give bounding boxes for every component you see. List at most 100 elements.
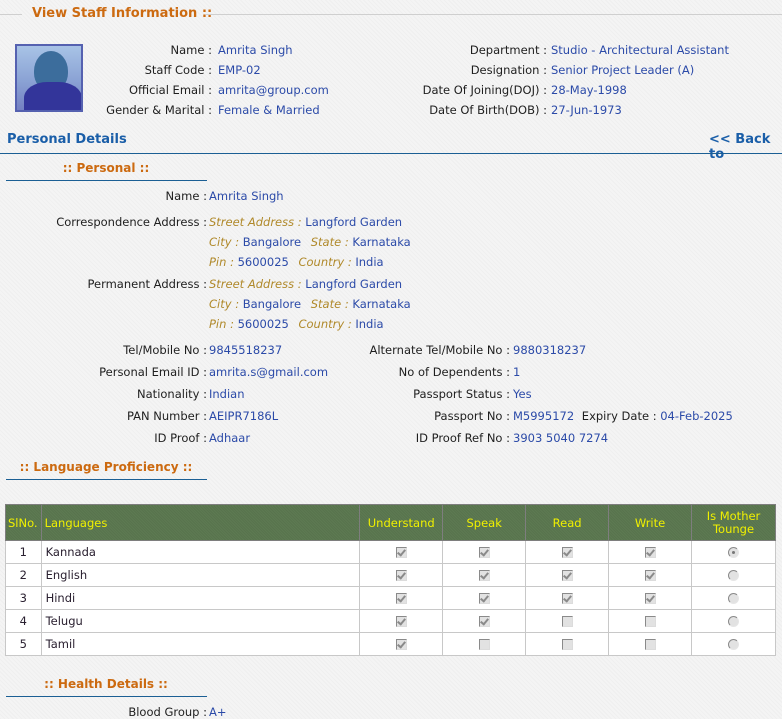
dependents-value: 1 <box>513 365 521 379</box>
language-table-body: 1 Kannada 2 English 3 Hindi 4 Telugu 5 Tamil <box>5 540 776 656</box>
language-heading-rule <box>6 479 207 480</box>
corr-pin-label: Pin : <box>209 255 234 269</box>
corr-pin-value: 5600025 <box>237 255 289 269</box>
summary-doj-value: 28-May-1998 <box>551 83 627 97</box>
perm-pin-value: 5600025 <box>237 317 289 331</box>
read-checkbox[interactable] <box>561 593 573 604</box>
passport-status-value: Yes <box>513 387 532 401</box>
language-write-cell <box>608 609 692 633</box>
perm-city-label: City : <box>209 297 240 311</box>
understand-checkbox[interactable] <box>395 639 407 650</box>
language-slno: 2 <box>5 563 42 587</box>
staff-photo-avatar <box>15 44 83 112</box>
understand-checkbox[interactable] <box>395 570 407 581</box>
speak-checkbox[interactable] <box>478 639 490 650</box>
speak-checkbox[interactable] <box>478 547 490 558</box>
avatar-body-icon <box>24 82 81 110</box>
language-table: SlNo. Languages Understand Speak Read Wr… <box>5 504 776 656</box>
read-checkbox[interactable] <box>561 570 573 581</box>
summary-gender-label: Gender & Marital : <box>106 103 212 117</box>
summary-department-label: Department : <box>469 43 547 57</box>
write-checkbox[interactable] <box>644 570 656 581</box>
language-mother-tongue-cell <box>691 540 776 564</box>
back-link[interactable]: << Back to <box>709 132 782 162</box>
language-table-header: SlNo. Languages Understand Speak Read Wr… <box>5 504 776 541</box>
language-row: 2 English <box>5 563 776 587</box>
language-mother-tongue-cell <box>691 563 776 587</box>
passport-no-label: Passport No : <box>434 409 510 423</box>
summary-designation-label: Designation : <box>470 63 547 77</box>
header-rule-left <box>0 14 22 15</box>
summary-designation-value: Senior Project Leader (A) <box>551 63 695 77</box>
col-slno: SlNo. <box>5 504 42 541</box>
language-read-cell <box>525 586 610 610</box>
read-checkbox[interactable] <box>561 616 573 627</box>
perm-city-value: Bangalore <box>242 297 302 311</box>
id-proof-label: ID Proof : <box>154 431 207 445</box>
mother-tongue-radio[interactable] <box>728 593 739 604</box>
id-proof-ref-value: 3903 5040 7274 <box>513 431 609 445</box>
speak-checkbox[interactable] <box>478 570 490 581</box>
language-understand-cell <box>359 632 444 656</box>
language-understand-cell <box>359 563 444 587</box>
expiry-date-label: Expiry Date : <box>581 409 657 423</box>
correspondence-address-label: Correspondence Address : <box>56 215 207 229</box>
passport-status-label: Passport Status : <box>413 387 510 401</box>
language-understand-cell <box>359 609 444 633</box>
language-name: Kannada <box>40 540 361 564</box>
write-checkbox[interactable] <box>644 547 656 558</box>
col-mother-tongue: Is Mother Tounge <box>691 504 776 541</box>
language-mother-tongue-cell <box>691 632 776 656</box>
speak-checkbox[interactable] <box>478 616 490 627</box>
language-slno: 4 <box>5 609 42 633</box>
language-name: English <box>40 563 361 587</box>
passport-no-value: M5995172 <box>513 409 575 423</box>
summary-email-label: Official Email : <box>128 83 212 97</box>
language-name: Tamil <box>40 632 361 656</box>
personal-heading-rule <box>6 180 207 181</box>
corr-state-label: State : <box>310 235 349 249</box>
personal-name-label: Name : <box>165 189 207 203</box>
mother-tongue-radio[interactable] <box>728 639 739 650</box>
understand-checkbox[interactable] <box>395 616 407 627</box>
language-write-cell <box>608 586 692 610</box>
language-read-cell <box>525 563 610 587</box>
personal-email-value: amrita.s@gmail.com <box>209 365 329 379</box>
mother-tongue-radio[interactable] <box>728 616 739 627</box>
write-checkbox[interactable] <box>644 616 656 627</box>
understand-checkbox[interactable] <box>395 547 407 558</box>
corr-street-label: Street Address : <box>209 215 302 229</box>
col-understand: Understand <box>359 504 444 541</box>
write-checkbox[interactable] <box>644 593 656 604</box>
language-speak-cell <box>442 563 527 587</box>
mother-tongue-radio[interactable] <box>728 547 739 558</box>
read-checkbox[interactable] <box>561 639 573 650</box>
corr-country-label: Country : <box>298 255 352 269</box>
health-heading: :: Health Details :: <box>44 677 168 691</box>
perm-street-value: Langford Garden <box>305 277 403 291</box>
section-divider <box>0 153 782 154</box>
speak-checkbox[interactable] <box>478 593 490 604</box>
expiry-date-value: 04-Feb-2025 <box>660 409 733 423</box>
understand-checkbox[interactable] <box>395 593 407 604</box>
perm-state-value: Karnataka <box>352 297 411 311</box>
id-proof-ref-label: ID Proof Ref No : <box>415 431 510 445</box>
language-name: Hindi <box>40 586 361 610</box>
id-proof-value: Adhaar <box>209 431 251 445</box>
summary-gender-value: Female & Married <box>218 103 320 117</box>
personal-details-title: Personal Details <box>7 132 127 147</box>
language-write-cell <box>608 632 692 656</box>
corr-city-value: Bangalore <box>242 235 302 249</box>
language-understand-cell <box>359 586 444 610</box>
language-write-cell <box>608 540 692 564</box>
language-slno: 5 <box>5 632 42 656</box>
write-checkbox[interactable] <box>644 639 656 650</box>
language-read-cell <box>525 540 610 564</box>
language-speak-cell <box>442 609 527 633</box>
corr-state-value: Karnataka <box>352 235 411 249</box>
perm-pin-label: Pin : <box>209 317 234 331</box>
mother-tongue-radio[interactable] <box>728 570 739 581</box>
col-speak: Speak <box>442 504 527 541</box>
language-row: 5 Tamil <box>5 632 776 656</box>
read-checkbox[interactable] <box>561 547 573 558</box>
